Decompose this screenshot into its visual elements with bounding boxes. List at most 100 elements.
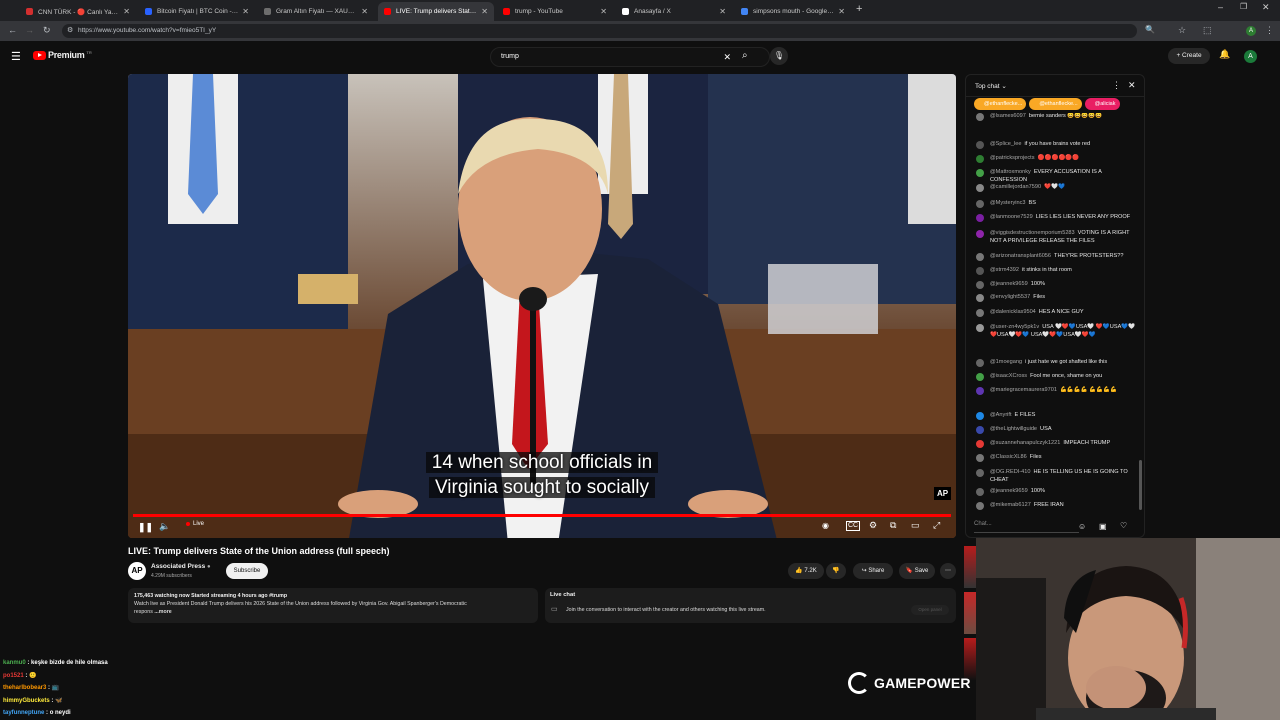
- chat-author-avatar[interactable]: [976, 294, 984, 302]
- chat-author[interactable]: @isaacXCross: [990, 373, 1027, 379]
- settings-gear-icon[interactable]: ⚙: [869, 520, 877, 531]
- chat-scrollbar[interactable]: [1139, 460, 1142, 510]
- chat-author[interactable]: @Splice_lee: [990, 141, 1022, 147]
- profile-avatar[interactable]: A: [1246, 26, 1256, 36]
- chat-author[interactable]: @camillejordan7590: [990, 184, 1041, 190]
- browser-tab[interactable]: Gram Altın Fiyatı — XAUTRYG ✕: [258, 2, 374, 21]
- close-tab-icon[interactable]: ✕: [361, 7, 368, 16]
- chat-author-avatar[interactable]: [976, 412, 984, 420]
- chat-author-avatar[interactable]: [976, 113, 984, 121]
- channel-avatar[interactable]: AP: [128, 562, 146, 580]
- chat-author-avatar[interactable]: [976, 253, 984, 261]
- emoji-icon[interactable]: ☺: [1078, 522, 1086, 531]
- chat-author-avatar[interactable]: [976, 155, 984, 163]
- close-tab-icon[interactable]: ✕: [123, 7, 130, 16]
- dislike-button[interactable]: 👎: [826, 563, 846, 579]
- live-indicator[interactable]: Live: [186, 521, 204, 527]
- close-tab-icon[interactable]: ✕: [719, 7, 726, 16]
- close-tab-icon[interactable]: ✕: [838, 7, 845, 16]
- chat-author[interactable]: @dalenicklas9504: [990, 309, 1036, 315]
- minimize-icon[interactable]: –: [1218, 2, 1223, 12]
- chat-author[interactable]: @ClassicXL86: [990, 454, 1027, 460]
- subscribe-button[interactable]: Subscribe: [226, 563, 268, 579]
- browser-tab[interactable]: LIVE: Trump delivers State o ✕: [378, 2, 494, 21]
- chat-author-avatar[interactable]: [976, 387, 984, 395]
- reload-icon[interactable]: ↻: [43, 25, 51, 36]
- chat-author-avatar[interactable]: [976, 230, 984, 238]
- chat-author-avatar[interactable]: [976, 200, 984, 208]
- close-tab-icon[interactable]: ✕: [600, 7, 607, 16]
- chat-author[interactable]: @jeannek9659: [990, 281, 1028, 287]
- fullscreen-icon[interactable]: ⤢: [933, 520, 940, 531]
- like-button[interactable]: 👍 7.2K: [788, 563, 824, 579]
- url-field[interactable]: ⚙ https://www.youtube.com/watch?v=fmieo5…: [62, 24, 1137, 38]
- captions-icon[interactable]: CC: [846, 521, 861, 531]
- browser-menu-icon[interactable]: ⋮: [1265, 25, 1274, 36]
- back-icon[interactable]: ←: [8, 25, 17, 35]
- pinned-chip[interactable]: @aliciak: [1084, 98, 1120, 110]
- chat-mode-dropdown[interactable]: Top chat ⌄: [975, 82, 1007, 90]
- new-tab-button[interactable]: +: [856, 3, 862, 15]
- chat-input[interactable]: Chat...: [974, 521, 1079, 533]
- chat-author[interactable]: @1moegang: [990, 359, 1022, 365]
- chat-author-avatar[interactable]: [976, 214, 984, 222]
- chat-author[interactable]: @OG.REDI-410: [990, 469, 1031, 475]
- chat-author-avatar[interactable]: [976, 169, 984, 177]
- chat-author[interactable]: @user-zn4wy5pk1v: [990, 324, 1039, 330]
- chat-more-icon[interactable]: ⋮: [1112, 80, 1121, 91]
- chat-author[interactable]: @patricksprojects: [990, 155, 1035, 161]
- share-button[interactable]: ↪ Share: [853, 563, 893, 579]
- browser-tab[interactable]: CNN TÜRK - 🔴 Canlı Yayın ᴴᴰ ✕: [20, 2, 136, 21]
- chat-author-avatar[interactable]: [976, 324, 984, 332]
- chat-author[interactable]: @arizonatransplant6056: [990, 253, 1051, 259]
- microphone-icon[interactable]: 🎙: [770, 47, 788, 65]
- chat-author-avatar[interactable]: [976, 488, 984, 496]
- pause-icon[interactable]: ❚❚: [138, 522, 153, 533]
- chat-author-avatar[interactable]: [976, 309, 984, 317]
- notifications-bell-icon[interactable]: 🔔: [1219, 49, 1230, 60]
- chat-author-avatar[interactable]: [976, 141, 984, 149]
- pinned-chip[interactable]: @ethanflecke...: [974, 98, 1027, 110]
- chat-author[interactable]: @viggisdestructionemporium5283: [990, 230, 1075, 236]
- chat-author-avatar[interactable]: [976, 426, 984, 434]
- chat-author[interactable]: @Mysteryinc3: [990, 200, 1026, 206]
- chat-author-avatar[interactable]: [976, 359, 984, 367]
- chat-author[interactable]: @lanmoone7529: [990, 214, 1033, 220]
- super-chat-icon[interactable]: ▣: [1099, 522, 1107, 531]
- close-tab-icon[interactable]: ✕: [242, 7, 249, 16]
- chat-author-avatar[interactable]: [976, 454, 984, 462]
- close-chat-icon[interactable]: ✕: [1128, 80, 1136, 91]
- hamburger-menu-icon[interactable]: ☰: [11, 50, 21, 63]
- forward-icon[interactable]: →: [25, 25, 34, 35]
- theater-mode-icon[interactable]: ▭: [911, 520, 920, 531]
- chat-author[interactable]: @strm4392: [990, 267, 1019, 273]
- chat-author[interactable]: @suzannehanapulczyk1221: [990, 440, 1060, 446]
- chat-author-avatar[interactable]: [976, 440, 984, 448]
- chat-author[interactable]: @lsames6097: [990, 113, 1026, 119]
- search-input[interactable]: trump ✕: [490, 47, 770, 67]
- chat-author-avatar[interactable]: [976, 502, 984, 510]
- site-info-icon[interactable]: ⚙: [67, 24, 73, 38]
- browser-tab[interactable]: Anasayfa / X ✕: [616, 2, 732, 21]
- chat-author-avatar[interactable]: [976, 184, 984, 192]
- more-actions-button[interactable]: ⋯: [940, 563, 956, 579]
- autoplay-toggle-icon[interactable]: ◉: [822, 521, 829, 530]
- extensions-icon[interactable]: ⬚: [1203, 25, 1212, 36]
- close-window-icon[interactable]: ✕: [1262, 2, 1270, 13]
- create-button[interactable]: + Create: [1168, 48, 1210, 64]
- maximize-icon[interactable]: ❐: [1240, 2, 1247, 11]
- bookmark-star-icon[interactable]: ☆: [1178, 25, 1186, 36]
- browser-tab[interactable]: Bitcoin Fiyatı | BTC Coin - Invest ✕: [139, 2, 255, 21]
- chat-author[interactable]: @mikemab6127: [990, 502, 1031, 508]
- chat-author[interactable]: @Anyrift: [990, 412, 1012, 418]
- close-tab-icon[interactable]: ✕: [481, 7, 488, 16]
- chat-author[interactable]: @theLightwillguide: [990, 426, 1037, 432]
- chat-author[interactable]: @envylight5537: [990, 294, 1030, 300]
- progress-track[interactable]: [133, 514, 951, 517]
- save-button[interactable]: 🔖 Save: [899, 563, 935, 579]
- description-box[interactable]: 175,463 watching now Started streaming 4…: [128, 588, 538, 623]
- miniplayer-icon[interactable]: ⧉: [890, 520, 896, 531]
- chat-author-avatar[interactable]: [976, 267, 984, 275]
- clear-search-icon[interactable]: ✕: [723, 48, 731, 66]
- video-player[interactable]: 14 when school officials in Virginia sou…: [128, 74, 956, 538]
